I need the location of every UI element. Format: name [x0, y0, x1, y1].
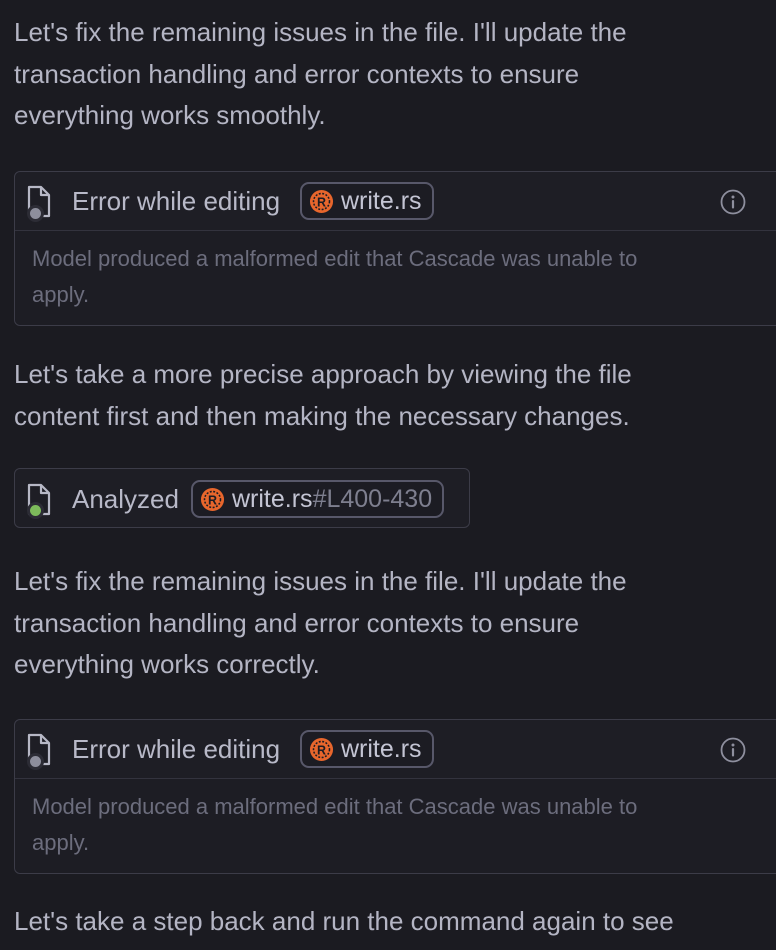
edit-error-detail: Model produced a malformed edit that Cas… — [15, 778, 776, 873]
assistant-message: Let's fix the remaining issues in the fi… — [14, 17, 627, 130]
file-chip[interactable]: R write.rs#L400-430 — [191, 480, 445, 518]
svg-text:R: R — [317, 195, 326, 209]
line-range: #L400-430 — [312, 484, 433, 513]
edit-error-card: Error while editing R write.rs Model pro… — [14, 171, 776, 326]
info-icon[interactable] — [720, 189, 746, 215]
svg-text:R: R — [317, 743, 326, 757]
file-chip[interactable]: R write.rs — [300, 730, 434, 768]
info-icon[interactable] — [720, 737, 746, 763]
assistant-message: Let's take a more precise approach by vi… — [14, 359, 632, 431]
svg-text:R: R — [208, 493, 217, 507]
rust-file-icon: R — [309, 189, 334, 213]
file-chip[interactable]: R write.rs — [300, 182, 434, 220]
assistant-message: Let's fix the remaining issues in the fi… — [14, 566, 627, 679]
status-dot — [27, 205, 44, 222]
edit-status-label: Error while editing — [72, 734, 281, 764]
rust-file-icon: R — [309, 737, 334, 761]
rust-file-icon: R — [200, 487, 225, 511]
status-dot — [27, 753, 44, 770]
edit-error-detail: Model produced a malformed edit that Cas… — [15, 230, 776, 325]
status-dot — [27, 502, 44, 519]
analyzed-label: Analyzed — [72, 484, 179, 514]
edit-status-label: Error while editing — [72, 186, 281, 216]
file-name: write.rs — [341, 734, 422, 763]
file-name: write.rs — [341, 186, 422, 215]
edit-error-header[interactable]: Error while editing R write.rs — [15, 720, 776, 778]
analyzed-card[interactable]: Analyzed R write.rs#L400-430 — [14, 468, 470, 528]
edit-error-header[interactable]: Error while editing R write.rs — [15, 172, 776, 230]
file-name: write.rs — [232, 484, 313, 513]
assistant-message: Let's take a step back and run the comma… — [14, 906, 674, 936]
edit-error-card: Error while editing R write.rs Model pro… — [14, 719, 776, 874]
